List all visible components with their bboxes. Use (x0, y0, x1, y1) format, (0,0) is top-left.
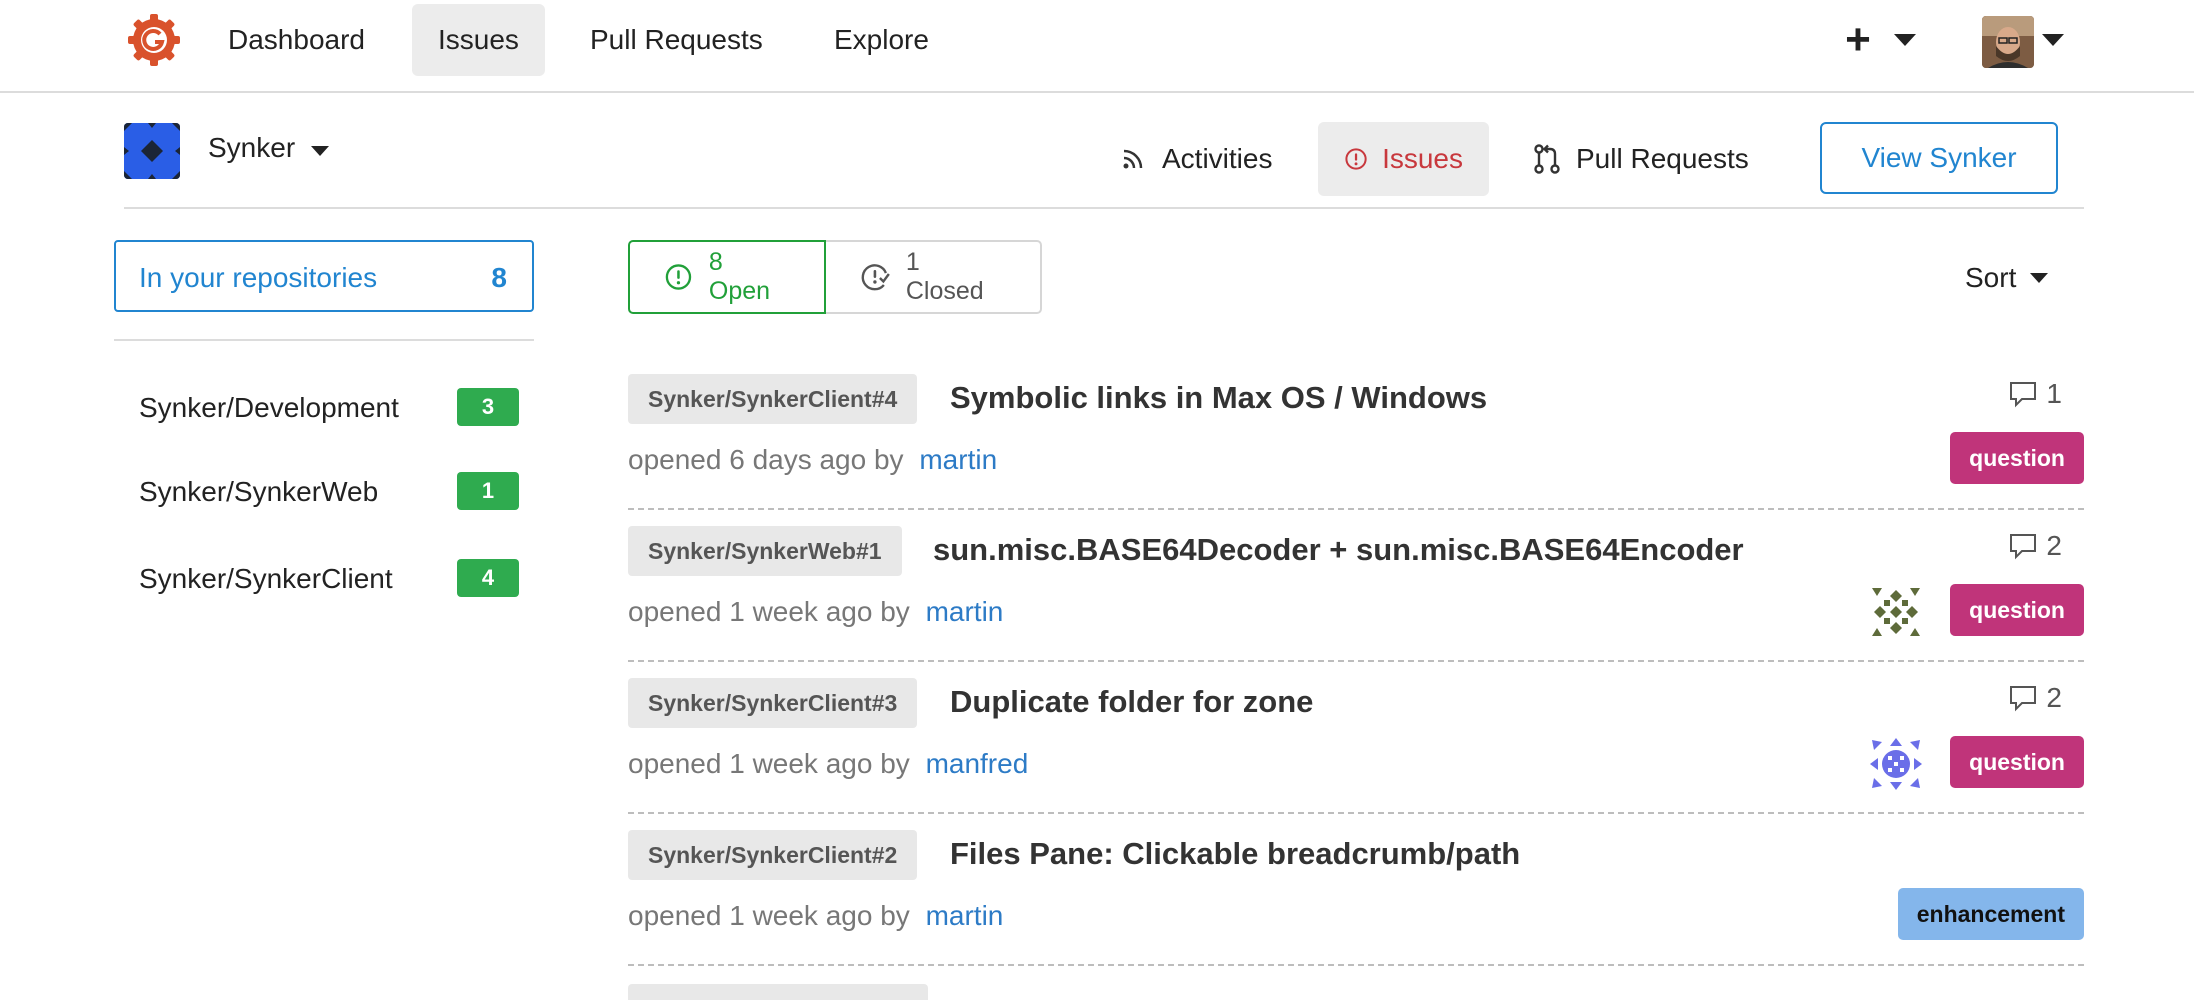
closed-issues-button[interactable]: 1 Closed (826, 240, 1042, 314)
issue-comments[interactable]: 1 (2008, 378, 2062, 410)
rss-icon (1123, 149, 1143, 169)
issue-row: Synker/SynkerClient#4 Symbolic links in … (628, 358, 2084, 510)
tab-pull-requests[interactable]: Pull Requests (1506, 122, 1775, 196)
open-issues-button[interactable]: 8 Open (628, 240, 826, 314)
issue-author-link[interactable]: martin (919, 444, 997, 475)
issue-ref-badge[interactable]: Synker/SynkerClient#4 (628, 374, 918, 424)
issue-opened-text: opened 1 week ago by (628, 596, 910, 627)
issue-comment-count: 1 (2046, 378, 2062, 409)
assignee-avatar-icon[interactable] (1868, 584, 1924, 640)
create-menu-chevron-down-icon[interactable] (1894, 34, 1916, 46)
issue-opened-text: opened 1 week ago by (628, 900, 910, 931)
org-avatar-pattern-icon (124, 123, 180, 179)
repo-filter-count: 8 (491, 262, 507, 293)
git-pull-request-icon (1534, 144, 1560, 174)
issue-ref-badge[interactable]: Synker/SynkerClient#3 (628, 678, 918, 728)
issue-meta: opened 1 week ago by martin (628, 900, 1003, 932)
issue-ref-badge[interactable]: Synker/SynkerWeb#1 (628, 526, 902, 576)
repo-name: Synker/Development (139, 392, 399, 423)
issue-label-question[interactable]: question (1950, 584, 2084, 636)
issue-label-question[interactable]: question (1950, 736, 2084, 788)
issue-author-link[interactable]: manfred (926, 748, 1029, 779)
issue-opened-text: opened 1 week ago by (628, 748, 910, 779)
tab-issues[interactable]: Issues (1318, 122, 1489, 196)
issue-opened-text: opened 6 days ago by (628, 444, 904, 475)
open-issues-label: 8 Open (708, 248, 771, 305)
comment-icon (2010, 382, 2037, 408)
issue-title-link[interactable]: Symbolic links in Max OS / Windows (950, 380, 1487, 416)
repo-name: Synker/SynkerClient (139, 563, 393, 594)
sidebar-repo-synkerweb[interactable]: Synker/SynkerWeb 1 (139, 472, 519, 512)
repo-name: Synker/SynkerWeb (139, 476, 379, 507)
issue-ref-badge-partial[interactable] (628, 984, 928, 1000)
user-menu-chevron-down-icon[interactable] (2042, 34, 2064, 46)
sidebar-repo-development[interactable]: Synker/Development 3 (139, 388, 519, 428)
nav-dashboard[interactable]: Dashboard (202, 4, 391, 76)
nav-issues[interactable]: Issues (412, 4, 545, 76)
issue-meta: opened 1 week ago by manfred (628, 748, 1028, 780)
repo-filter-all[interactable]: In your repositories 8 (114, 240, 534, 312)
comment-icon (2010, 686, 2037, 712)
sort-label: Sort (1965, 262, 2017, 293)
sidebar-divider (114, 339, 534, 341)
view-org-button[interactable]: View Synker (1820, 122, 2058, 194)
issue-row: Synker/SynkerWeb#1 sun.misc.BASE64Decode… (628, 510, 2084, 662)
issue-comments[interactable]: 2 (2008, 530, 2062, 562)
issue-closed-icon (861, 264, 890, 291)
tab-activities[interactable]: Activities (1092, 122, 1298, 196)
sort-chevron-down-icon (2030, 273, 2049, 283)
issue-opened-icon (665, 264, 692, 290)
issue-title-link[interactable]: Files Pane: Clickable breadcrumb/path (950, 836, 1520, 872)
issue-author-link[interactable]: martin (926, 900, 1004, 931)
issue-title-link[interactable]: Duplicate folder for zone (950, 684, 1313, 720)
gitea-logo-icon[interactable] (126, 12, 182, 68)
nav-explore[interactable]: Explore (808, 4, 955, 76)
repo-issue-count-badge: 1 (457, 472, 519, 510)
issue-meta: opened 6 days ago by martin (628, 444, 997, 476)
sidebar-repo-synkerclient[interactable]: Synker/SynkerClient 4 (139, 559, 519, 599)
nav-pull-requests[interactable]: Pull Requests (564, 4, 789, 76)
org-name[interactable]: Synker (208, 132, 295, 164)
issue-author-link[interactable]: martin (926, 596, 1004, 627)
create-new-plus-icon[interactable]: + (1838, 12, 1878, 68)
issue-label-question[interactable]: question (1950, 432, 2084, 484)
org-header-divider (124, 207, 2084, 209)
user-avatar[interactable] (1982, 16, 2034, 68)
repo-issue-count-badge: 3 (457, 388, 519, 426)
top-navbar: Dashboard Issues Pull Requests Explore + (0, 0, 2194, 93)
issue-label-enhancement[interactable]: enhancement (1897, 888, 2084, 940)
tab-activities-label: Activities (1162, 143, 1273, 174)
issue-row: Synker/SynkerClient#2 Files Pane: Clicka… (628, 814, 2084, 966)
assignee-avatar-icon[interactable] (1868, 736, 1924, 792)
issue-comments[interactable]: 2 (2008, 682, 2062, 714)
issue-state-toggle: 8 Open 1 Closed (628, 240, 1042, 314)
comment-icon (2010, 534, 2037, 560)
repo-issue-count-badge: 4 (457, 559, 519, 597)
issue-opened-icon (1345, 148, 1367, 170)
issue-ref-badge[interactable]: Synker/SynkerClient#2 (628, 830, 918, 880)
sort-dropdown[interactable]: Sort (1965, 262, 2049, 294)
issue-title-link[interactable]: sun.misc.BASE64Decoder + sun.misc.BASE64… (933, 532, 1744, 568)
org-switcher-chevron-down-icon[interactable] (311, 146, 329, 156)
tab-pull-requests-label: Pull Requests (1576, 143, 1749, 174)
issue-row: Synker/SynkerClient#3 Duplicate folder f… (628, 662, 2084, 814)
user-avatar-photo-icon (1982, 16, 2034, 68)
org-avatar[interactable] (124, 123, 180, 179)
tab-issues-label: Issues (1382, 143, 1463, 174)
issue-comment-count: 2 (2046, 530, 2062, 561)
closed-issues-label: 1 Closed (905, 248, 984, 305)
issue-comment-count: 2 (2046, 682, 2062, 713)
repo-filter-label: In your repositories (139, 262, 378, 293)
issue-meta: opened 1 week ago by martin (628, 596, 1003, 628)
